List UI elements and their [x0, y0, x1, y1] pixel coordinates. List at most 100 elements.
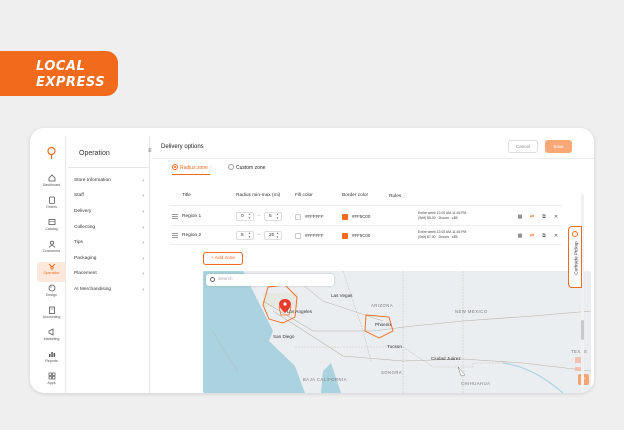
sidebar-item-tips[interactable]: Tips ›	[74, 240, 148, 248]
rail-label: Catalog	[45, 227, 58, 231]
col-header-fill: Fill color	[295, 193, 313, 198]
rail-item-marketing[interactable]: Marketing	[37, 328, 66, 348]
radius-zone-label: Radius zone	[180, 165, 208, 171]
swap-icon[interactable]: ⇄	[529, 214, 535, 220]
map-label-arizona: ARIZONA	[371, 303, 394, 308]
map-label-las-vegas: Las Vegas	[331, 293, 353, 298]
rules-header-label: Rules	[389, 194, 402, 199]
chevron-right-icon: ›	[142, 209, 144, 215]
rail-label: Apps	[47, 381, 56, 385]
region-1-rules: Entire week 12:00 AM-11:45 PM (Self) $5.0…	[418, 211, 466, 221]
add-zone-button[interactable]: + Add zone	[203, 252, 243, 265]
delete-icon[interactable]: ✕	[553, 214, 559, 220]
sidebar-item-ai-merchandising[interactable]: AI Merchandising ›	[74, 287, 148, 295]
copy-icon[interactable]: ⧉	[541, 214, 547, 220]
cancel-button[interactable]: Cancel	[508, 140, 538, 153]
rail-label: Accounting	[42, 315, 61, 319]
custom-zone-label: Custom zone	[236, 165, 266, 171]
info-icon: ⓘ	[402, 193, 407, 198]
map-label-ciudad-juarez: Ciudad Juárez	[431, 356, 461, 361]
border-color-swatch[interactable]	[342, 214, 348, 220]
map-search-input[interactable]: Search	[206, 274, 334, 286]
chevron-right-icon: ›	[142, 271, 144, 277]
stepper-icon[interactable]: ▲ ▼	[276, 231, 279, 239]
fill-color-swatch[interactable]	[295, 233, 301, 239]
map-label-texas: TEXAS	[571, 349, 588, 354]
rail-item-orders[interactable]: Orders	[37, 196, 66, 216]
radius-max-value: 20	[269, 233, 275, 238]
rail-label: Customers	[42, 249, 61, 253]
delete-icon[interactable]: ✕	[553, 233, 559, 239]
radius-min-value: 0	[241, 214, 244, 219]
delivery-options-panel: Delivery options Cancel Save Radius zone…	[152, 136, 594, 393]
swap-icon[interactable]: ⇄	[529, 233, 535, 239]
orders-icon	[48, 196, 55, 204]
rail-item-apps[interactable]: Apps	[37, 372, 66, 392]
rail-label: Design	[45, 293, 58, 297]
rail-item-design[interactable]: Design	[37, 284, 66, 304]
sidebar-item-label: Tips	[74, 240, 83, 245]
radius-min-input[interactable]: 5 ▲ ▼	[236, 231, 254, 240]
map-label-baja-california: BAJA CALIFORNIA	[303, 377, 348, 382]
stepper-icon[interactable]: ▲ ▼	[276, 212, 279, 220]
custom-zone-tab[interactable]: Custom zone	[228, 163, 266, 172]
border-color-hex: #FF5C00	[352, 233, 371, 238]
local-express-logo: LOCAL EXPRESS	[0, 51, 118, 96]
map-label-new-mexico: NEW MEXICO	[455, 309, 488, 314]
border-color-hex: #FF5C00	[352, 214, 371, 219]
sidebar-divider	[68, 167, 150, 168]
radius-min-value: 5	[241, 233, 244, 238]
radius-zone-tab[interactable]: Radius zoneⓘ	[172, 163, 213, 172]
row-divider	[170, 244, 562, 245]
radius-max-input[interactable]: 20 ▲ ▼	[264, 231, 282, 240]
sidebar-item-packaging[interactable]: Packaging ›	[74, 256, 148, 264]
rail-item-accounting[interactable]: Accounting	[37, 306, 66, 326]
customers-icon	[48, 240, 55, 248]
sidebar-item-staff[interactable]: Staff ›	[74, 193, 148, 201]
operation-icon	[48, 263, 55, 270]
scrollbar-thumb[interactable]	[581, 320, 584, 340]
rail-item-dashboard[interactable]: Dashboard	[37, 174, 66, 194]
curbside-pickup-label: Curbside Pickup	[573, 241, 579, 275]
radius-max-input[interactable]: 5 ▲ ▼	[264, 212, 282, 221]
sidebar-item-store-information[interactable]: Store Information ›	[74, 178, 148, 186]
app-window: Dashboard Orders Catalog Customers Opera…	[30, 128, 594, 393]
border-color-swatch[interactable]	[342, 233, 348, 239]
copy-icon[interactable]: ⧉	[541, 233, 547, 239]
marketing-icon	[48, 328, 53, 336]
sidebar-item-placement[interactable]: Placement ›	[74, 271, 148, 279]
rail-item-customers[interactable]: Customers	[37, 240, 66, 260]
stepper-icon[interactable]: ▲ ▼	[248, 231, 251, 239]
curbside-pickup-tab[interactable]: Curbside Pickup	[568, 226, 582, 288]
rail-item-catalog[interactable]: Catalog	[37, 218, 66, 238]
sidebar-item-collecting[interactable]: Collecting ›	[74, 225, 148, 233]
sidebar-item-delivery[interactable]: Delivery ›	[74, 209, 148, 217]
icon-rail: Dashboard Orders Catalog Customers Opera…	[37, 136, 66, 393]
map-label-los-angeles: Los Angeles	[287, 309, 313, 314]
sidebar-item-label: Packaging	[74, 256, 97, 261]
fill-color-swatch[interactable]	[295, 214, 301, 220]
save-button[interactable]: Save	[545, 140, 572, 153]
logo-line-1: LOCAL	[36, 59, 86, 74]
radius-max-value: 5	[269, 214, 272, 219]
calendar-icon[interactable]: ▦	[517, 214, 523, 220]
sidebar-item-label: Placement	[74, 271, 97, 276]
zone-map[interactable]: Search Las Vegas Los Angeles San Diego P…	[203, 271, 591, 393]
sidebar-item-label: Staff	[74, 193, 84, 198]
rail-item-operation[interactable]: Operation	[37, 262, 66, 282]
calendar-icon[interactable]: ▦	[517, 233, 523, 239]
col-header-border: Border color	[342, 193, 369, 198]
rule-line: (Self) $7.00 · 2hours · ≤$5	[418, 235, 458, 239]
drag-handle-icon[interactable]	[172, 233, 178, 238]
chevron-right-icon: ›	[142, 256, 144, 262]
chevron-right-icon: ›	[142, 193, 144, 199]
region-2-rules: Entire week 12:00 AM-11:45 PM (Self) $7.0…	[418, 230, 466, 240]
map-label-sonora: SONORA	[381, 370, 403, 375]
rail-item-reports[interactable]: Reports	[37, 350, 66, 370]
col-header-title: Title	[182, 193, 191, 198]
stepper-icon[interactable]: ▲ ▼	[248, 212, 251, 220]
chevron-right-icon: ›	[142, 225, 144, 231]
drag-handle-icon[interactable]	[172, 214, 178, 219]
radius-min-input[interactable]: 0 ▲ ▼	[236, 212, 254, 221]
main-scrollbar[interactable]	[581, 194, 584, 393]
